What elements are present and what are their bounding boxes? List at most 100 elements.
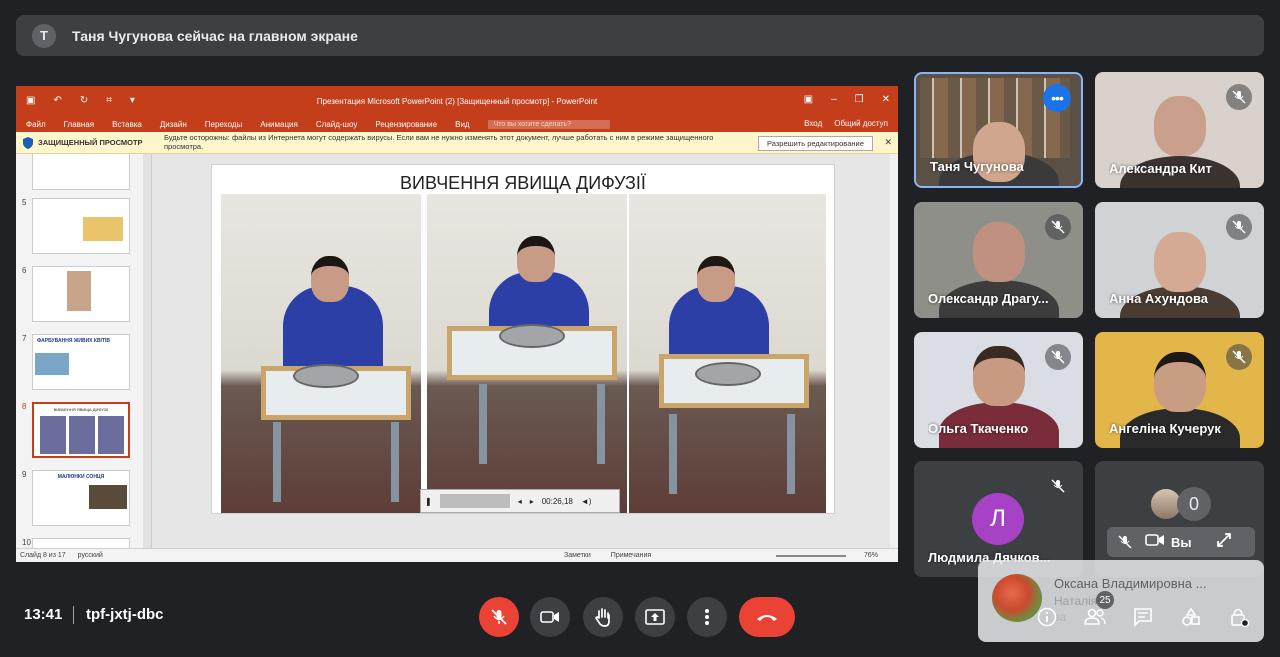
more-vert-icon xyxy=(705,609,709,625)
slide-thumbnails: 5 6 ФАРБУВАННЯ ЖИВИХ КВІТІВ 7 ВИВЧЕННЯ Я… xyxy=(16,154,152,548)
more-options-icon[interactable]: ••• xyxy=(1043,84,1071,112)
play-icon[interactable]: ❚ xyxy=(425,497,432,506)
slide-counter: Слайд 8 из 17 xyxy=(20,552,66,559)
slide-editor: ВИВЧЕННЯ ЯВИЩА ДИФУЗІЇ ❚ ◂ ▸ 00:26,18 ◄) xyxy=(153,154,898,548)
tab-home[interactable]: Главная xyxy=(64,120,94,129)
zoom-slider[interactable] xyxy=(776,555,846,557)
raise-hand-button[interactable] xyxy=(583,597,623,637)
tab-transitions[interactable]: Переходы xyxy=(205,120,243,129)
minimize-icon[interactable]: – xyxy=(831,94,837,105)
camera-toggle-button[interactable] xyxy=(530,597,570,637)
ppt-body: 5 6 ФАРБУВАННЯ ЖИВИХ КВІТІВ 7 ВИВЧЕННЯ Я… xyxy=(16,154,898,548)
participant-name: Олександр Драгу... xyxy=(928,291,1049,306)
self-mic-off-icon[interactable] xyxy=(1111,528,1139,556)
slide-thumb[interactable] xyxy=(32,266,130,322)
participant-tile[interactable]: Олександр Драгу... xyxy=(914,202,1083,318)
self-controls: Вы xyxy=(1107,527,1255,557)
divider xyxy=(73,606,74,624)
tab-slideshow[interactable]: Слайд-шоу xyxy=(316,120,357,129)
tab-view[interactable]: Вид xyxy=(455,120,469,129)
participant-name: Ольга Ткаченко xyxy=(928,421,1029,436)
host-controls-icon[interactable] xyxy=(1226,604,1252,630)
chat-notification[interactable]: Оксана Владимировна ... Наталія за xyxy=(978,560,1264,642)
slide-thumb[interactable] xyxy=(32,538,130,548)
current-slide: ВИВЧЕННЯ ЯВИЩА ДИФУЗІЇ ❚ ◂ ▸ 00:26,18 ◄) xyxy=(211,164,835,514)
slide-thumb[interactable]: МАЛЮНКИ СОНЦЯ xyxy=(32,470,130,526)
slide-thumb[interactable] xyxy=(32,154,130,190)
chat-icon[interactable] xyxy=(1130,604,1156,630)
participant-tile[interactable]: Анна Ахундова xyxy=(1095,202,1264,318)
enable-editing-button[interactable]: Разрешить редактирование xyxy=(758,136,873,151)
mic-off-icon xyxy=(1045,214,1071,240)
slide-photo-1 xyxy=(221,194,421,513)
protected-label: ЗАЩИЩЕННЫЙ ПРОСМОТР xyxy=(38,138,143,147)
mic-off-icon xyxy=(1226,84,1252,110)
participant-tile[interactable]: Ангеліна Кучерук xyxy=(1095,332,1264,448)
thumbs-scrollbar[interactable] xyxy=(143,154,151,548)
slide-number: 8 xyxy=(22,402,27,411)
media-progress[interactable] xyxy=(439,494,510,508)
participant-tile[interactable]: ••• Таня Чугунова xyxy=(914,72,1083,188)
share-button[interactable]: Общий доступ xyxy=(834,119,888,128)
slide-number: 10 xyxy=(22,538,31,547)
participant-name: Ангеліна Кучерук xyxy=(1109,421,1221,436)
ppt-ribbon-tabs: Файл Главная Вставка Дизайн Переходы Ани… xyxy=(16,116,898,132)
tell-me-input[interactable]: Что вы хотите сделать? xyxy=(487,119,610,129)
comments-button[interactable]: Примечания xyxy=(611,552,651,559)
meet-screen: T Таня Чугунова сейчас на главном экране… xyxy=(0,0,1280,657)
camera-icon[interactable] xyxy=(1145,533,1165,552)
shared-screen: ▣ ↶ ↻ ⌗ ▾ Презентация Microsoft PowerPoi… xyxy=(16,86,898,562)
language: русский xyxy=(77,552,103,559)
login-link[interactable]: Вход xyxy=(804,119,822,128)
slide-thumb-selected[interactable]: ВИВЧЕННЯ ЯВИЩА ДИФУЗІЇ xyxy=(32,402,130,458)
slide-thumb[interactable] xyxy=(32,198,130,254)
sender-name: Оксана Владимировна ... xyxy=(1054,576,1207,591)
media-controls: ❚ ◂ ▸ 00:26,18 ◄) xyxy=(420,489,620,513)
ppt-statusbar: Слайд 8 из 17 русский Заметки Примечания… xyxy=(16,548,898,562)
fullscreen-icon[interactable] xyxy=(1216,532,1232,553)
slide-number: 6 xyxy=(22,266,27,275)
slide-scrollbar[interactable] xyxy=(890,154,898,548)
mic-off-icon xyxy=(1226,214,1252,240)
present-icon xyxy=(645,609,665,625)
tab-review[interactable]: Рецензирование xyxy=(375,120,437,129)
slide-thumb[interactable]: ФАРБУВАННЯ ЖИВИХ КВІТІВ xyxy=(32,334,130,390)
tab-file[interactable]: Файл xyxy=(26,120,46,129)
slide-number: 7 xyxy=(22,334,27,343)
tab-insert[interactable]: Вставка xyxy=(112,120,142,129)
mic-off-icon xyxy=(1226,344,1252,370)
participant-tile[interactable]: Ольга Ткаченко xyxy=(914,332,1083,448)
leave-call-button[interactable] xyxy=(739,597,795,637)
forward-icon[interactable]: ▸ xyxy=(530,497,534,506)
notes-button[interactable]: Заметки xyxy=(564,552,591,559)
mic-off-icon xyxy=(1045,344,1071,370)
tab-animation[interactable]: Анимация xyxy=(260,120,298,129)
thumb-title: ВИВЧЕННЯ ЯВИЩА ДИФУЗІЇ xyxy=(53,407,109,412)
mic-off-icon xyxy=(1045,473,1071,499)
slide-number: 5 xyxy=(22,198,27,207)
participant-tile[interactable]: Александра Кит xyxy=(1095,72,1264,188)
hand-icon xyxy=(595,608,610,627)
ribbon-options-icon[interactable]: ▣ xyxy=(804,94,813,105)
close-icon[interactable]: ✕ xyxy=(882,94,890,105)
protected-view-bar: ЗАЩИЩЕННЫЙ ПРОСМОТР Будьте осторожны: фа… xyxy=(16,132,898,154)
present-button[interactable] xyxy=(635,597,675,637)
participant-name: Таня Чугунова xyxy=(930,159,1024,174)
more-options-button[interactable] xyxy=(687,597,727,637)
tab-design[interactable]: Дизайн xyxy=(160,120,187,129)
mic-toggle-button[interactable] xyxy=(479,597,519,637)
activities-icon[interactable] xyxy=(1178,604,1204,630)
shield-icon xyxy=(23,136,33,149)
close-bar-icon[interactable]: ✕ xyxy=(884,137,892,148)
presenting-banner: T Таня Чугунова сейчас на главном экране xyxy=(16,15,1264,56)
mic-off-icon xyxy=(491,609,507,625)
meeting-code: tpf-jxtj-dbc xyxy=(86,606,164,623)
camera-icon xyxy=(540,611,559,623)
meeting-info-icon[interactable] xyxy=(1034,604,1060,630)
people-count-badge: 25 xyxy=(1096,591,1114,609)
rewind-icon[interactable]: ◂ xyxy=(518,497,522,506)
thumb-title: ФАРБУВАННЯ ЖИВИХ КВІТІВ xyxy=(37,338,110,344)
volume-icon[interactable]: ◄) xyxy=(581,497,592,506)
restore-icon[interactable]: ❐ xyxy=(855,94,864,105)
meeting-time: 13:41 xyxy=(24,606,63,623)
